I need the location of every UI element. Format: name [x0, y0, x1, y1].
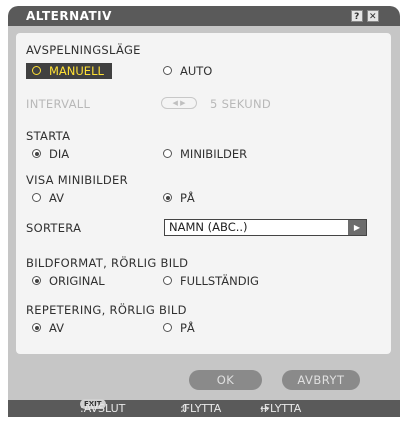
- ok-button[interactable]: OK: [189, 370, 262, 390]
- radio-circle-icon: [32, 66, 41, 75]
- playback-mode-heading: AVSPELNINGSLÄGE: [26, 43, 141, 57]
- radio-auto-label: AUTO: [180, 64, 213, 78]
- radio-thumbnails-on[interactable]: PÅ: [163, 190, 195, 206]
- radio-full[interactable]: FULLSTÄNDIG: [163, 273, 259, 289]
- radio-thumbnails[interactable]: MINIBILDER: [163, 146, 247, 162]
- move-horizontal-text: :FLYTTA: [260, 402, 302, 415]
- exit-hint-text: :AVSLUT: [80, 402, 126, 415]
- radio-slide-label: DIA: [49, 147, 70, 161]
- radio-manual-label: MANUELL: [49, 64, 104, 78]
- radio-repeat-off[interactable]: AV: [32, 320, 64, 336]
- radio-full-label: FULLSTÄNDIG: [180, 274, 259, 288]
- radio-circle-icon: [163, 276, 172, 285]
- cancel-button[interactable]: AVBRYT: [282, 370, 360, 390]
- show-thumbnails-heading: VISA MINIBILDER: [26, 173, 128, 187]
- repeat-heading: REPETERING, RÖRLIG BILD: [26, 303, 187, 317]
- help-icon[interactable]: ?: [351, 10, 363, 22]
- radio-circle-icon: [163, 323, 172, 332]
- radio-repeat-on[interactable]: PÅ: [163, 320, 195, 336]
- radio-selected-icon: [32, 323, 41, 332]
- radio-thumbnails-off[interactable]: AV: [32, 190, 64, 206]
- radio-circle-icon: [32, 193, 41, 202]
- radio-circle-icon: [163, 149, 172, 158]
- sort-dropdown-value: NAMN (ABC..): [169, 220, 248, 234]
- radio-thumbnails-off-label: AV: [49, 191, 64, 205]
- move-vertical-text: :FLYTTA: [180, 402, 222, 415]
- start-heading: STARTA: [26, 129, 71, 143]
- radio-thumbnails-label: MINIBILDER: [180, 147, 248, 161]
- radio-thumbnails-on-label: PÅ: [180, 191, 195, 205]
- play-arrow-icon[interactable]: ▶: [348, 220, 366, 235]
- radio-circle-icon: [163, 66, 172, 75]
- radio-original[interactable]: ORIGINAL: [32, 273, 105, 289]
- radio-auto[interactable]: AUTO: [163, 63, 212, 79]
- radio-manual[interactable]: MANUELL: [26, 63, 112, 79]
- interval-value: 5 SEKUND: [210, 97, 272, 111]
- status-bar: EXIT:AVSLUT ⇕:FLYTTA ↔:FLYTTA: [8, 399, 400, 417]
- interval-label: INTERVALL: [26, 97, 91, 111]
- radio-original-label: ORIGINAL: [49, 274, 105, 288]
- options-dialog: ALTERNATIV ? ✕ AVSPELNINGSLÄGE MANUELL A…: [8, 6, 400, 417]
- image-format-heading: BILDFORMAT, RÖRLIG BILD: [26, 256, 189, 270]
- options-panel: AVSPELNINGSLÄGE MANUELL AUTO INTERVALL ◀…: [16, 33, 391, 354]
- radio-repeat-off-label: AV: [49, 321, 64, 335]
- title-bar: ALTERNATIV ? ✕: [8, 6, 400, 26]
- radio-repeat-on-label: PÅ: [180, 321, 195, 335]
- radio-slide[interactable]: DIA: [32, 146, 69, 162]
- close-icon[interactable]: ✕: [367, 10, 379, 22]
- dialog-title: ALTERNATIV: [26, 9, 112, 23]
- radio-selected-icon: [163, 193, 172, 202]
- interval-arrows-icon: ◀ ▶: [161, 97, 197, 109]
- sort-label: SORTERA: [26, 221, 82, 235]
- radio-selected-icon: [32, 276, 41, 285]
- sort-dropdown[interactable]: NAMN (ABC..) ▶: [164, 219, 367, 236]
- radio-selected-icon: [32, 149, 41, 158]
